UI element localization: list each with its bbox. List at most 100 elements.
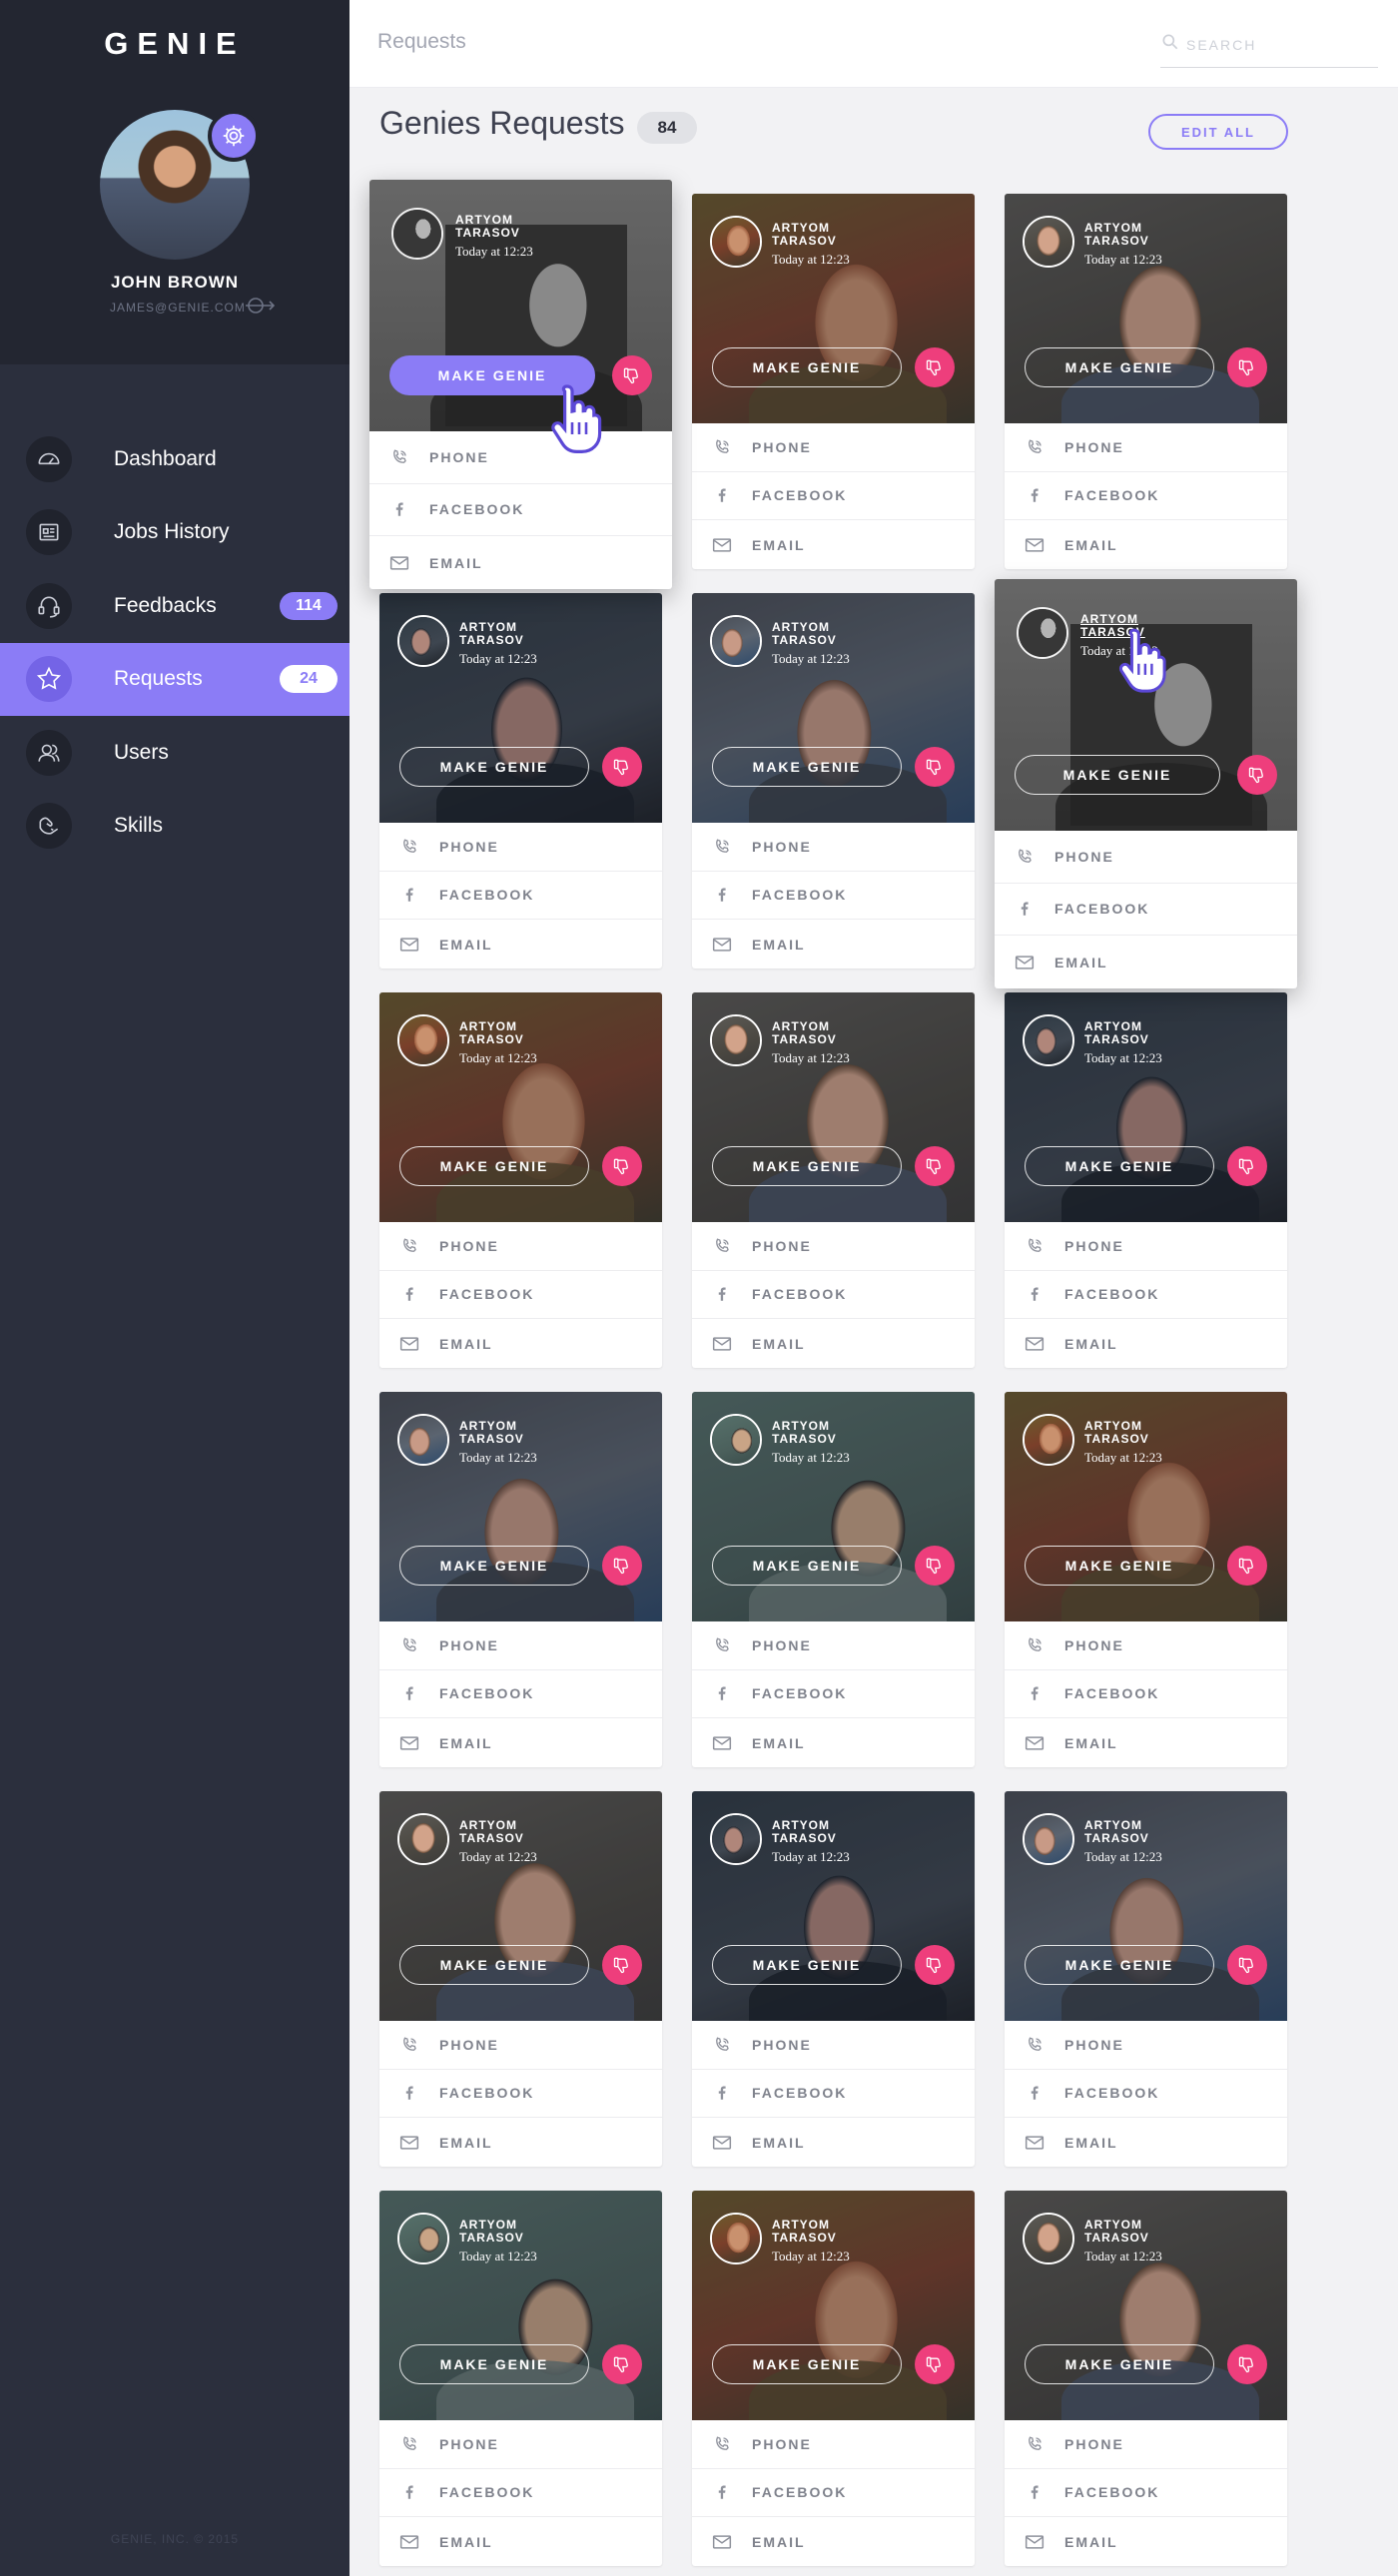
reject-button[interactable] <box>612 355 652 395</box>
requester-name[interactable]: ARTYOM TARASOV <box>1084 1020 1174 1046</box>
contact-phone[interactable]: PHONE <box>379 823 662 872</box>
contact-facebook[interactable]: FACEBOOK <box>692 472 975 521</box>
requester-avatar[interactable] <box>1023 1014 1074 1066</box>
reject-button[interactable] <box>1227 347 1267 387</box>
contact-phone[interactable]: PHONE <box>1005 2021 1287 2070</box>
contact-facebook[interactable]: FACEBOOK <box>1005 2070 1287 2119</box>
contact-facebook[interactable]: FACEBOOK <box>692 1271 975 1320</box>
contact-phone[interactable]: PHONE <box>692 823 975 872</box>
requester-avatar[interactable] <box>397 2213 449 2264</box>
request-card[interactable]: ARTYOM TARASOV Today at 12:23 MAKE GENIE… <box>1005 992 1287 1368</box>
nav-item-feedbacks[interactable]: Feedbacks 114 <box>0 569 350 643</box>
contact-phone[interactable]: PHONE <box>379 2420 662 2469</box>
requester-avatar[interactable] <box>710 1014 762 1066</box>
requester-avatar[interactable] <box>710 2213 762 2264</box>
request-card[interactable]: ARTYOM TARASOV Today at 12:23 MAKE GENIE… <box>379 1791 662 2167</box>
request-card[interactable]: ARTYOM TARASOV Today at 12:23 MAKE GENIE… <box>379 992 662 1368</box>
requester-name[interactable]: ARTYOM TARASOV <box>772 1420 862 1446</box>
contact-facebook[interactable]: FACEBOOK <box>1005 472 1287 521</box>
contact-phone[interactable]: PHONE <box>692 2420 975 2469</box>
contact-phone[interactable]: PHONE <box>369 431 672 484</box>
contact-facebook[interactable]: FACEBOOK <box>1005 2469 1287 2518</box>
requester-avatar[interactable] <box>1017 607 1068 659</box>
contact-phone[interactable]: PHONE <box>692 2021 975 2070</box>
reject-button[interactable] <box>1227 1146 1267 1186</box>
contact-facebook[interactable]: FACEBOOK <box>369 484 672 537</box>
requester-avatar[interactable] <box>397 615 449 667</box>
requester-name[interactable]: ARTYOM TARASOV <box>772 1819 862 1845</box>
contact-email[interactable]: EMAIL <box>692 920 975 968</box>
request-card[interactable]: ARTYOM TARASOV Today at 12:23 MAKE GENIE… <box>379 2191 662 2566</box>
contact-email[interactable]: EMAIL <box>379 2118 662 2167</box>
requester-name[interactable]: ARTYOM TARASOV <box>1084 2219 1174 2245</box>
contact-phone[interactable]: PHONE <box>1005 423 1287 472</box>
reject-button[interactable] <box>602 1945 642 1985</box>
requester-avatar[interactable] <box>397 1414 449 1466</box>
contact-email[interactable]: EMAIL <box>1005 2517 1287 2566</box>
make-genie-button[interactable]: MAKE GENIE <box>1025 1146 1214 1186</box>
make-genie-button[interactable]: MAKE GENIE <box>712 2344 902 2384</box>
requester-name[interactable]: ARTYOM TARASOV <box>1080 613 1170 639</box>
contact-email[interactable]: EMAIL <box>692 520 975 569</box>
contact-email[interactable]: EMAIL <box>379 920 662 968</box>
reject-button[interactable] <box>1227 1546 1267 1586</box>
app-logo[interactable]: GENIE <box>0 26 350 62</box>
contact-phone[interactable]: PHONE <box>1005 1621 1287 1670</box>
contact-email[interactable]: EMAIL <box>379 2517 662 2566</box>
requester-name[interactable]: ARTYOM TARASOV <box>772 2219 862 2245</box>
contact-facebook[interactable]: FACEBOOK <box>379 2469 662 2518</box>
requester-avatar[interactable] <box>1023 2213 1074 2264</box>
reject-button[interactable] <box>602 2344 642 2384</box>
contact-phone[interactable]: PHONE <box>995 831 1297 884</box>
make-genie-button[interactable]: MAKE GENIE <box>712 1945 902 1985</box>
search-input[interactable] <box>1186 30 1376 60</box>
make-genie-button[interactable]: MAKE GENIE <box>1025 1546 1214 1586</box>
requester-name[interactable]: ARTYOM TARASOV <box>459 2219 549 2245</box>
requester-name[interactable]: ARTYOM TARASOV <box>772 621 862 647</box>
contact-email[interactable]: EMAIL <box>1005 2118 1287 2167</box>
contact-facebook[interactable]: FACEBOOK <box>379 872 662 921</box>
request-card[interactable]: ARTYOM TARASOV Today at 12:23 MAKE GENIE… <box>379 593 662 968</box>
contact-phone[interactable]: PHONE <box>379 1621 662 1670</box>
requester-avatar[interactable] <box>1023 1813 1074 1865</box>
request-card[interactable]: ARTYOM TARASOV Today at 12:23 MAKE GENIE… <box>692 1392 975 1767</box>
make-genie-button[interactable]: MAKE GENIE <box>399 747 589 787</box>
requester-avatar[interactable] <box>397 1813 449 1865</box>
make-genie-button[interactable]: MAKE GENIE <box>1015 755 1220 795</box>
contact-email[interactable]: EMAIL <box>692 1319 975 1368</box>
contact-email[interactable]: EMAIL <box>692 2517 975 2566</box>
make-genie-button[interactable]: MAKE GENIE <box>399 1146 589 1186</box>
reject-button[interactable] <box>915 1146 955 1186</box>
requester-avatar[interactable] <box>710 1414 762 1466</box>
make-genie-button[interactable]: MAKE GENIE <box>712 347 902 387</box>
request-card[interactable]: ARTYOM TARASOV Today at 12:23 MAKE GENIE… <box>692 1791 975 2167</box>
request-card[interactable]: ARTYOM TARASOV Today at 12:23 MAKE GENIE… <box>379 1392 662 1767</box>
contact-email[interactable]: EMAIL <box>369 536 672 589</box>
requester-avatar[interactable] <box>710 1813 762 1865</box>
requester-name[interactable]: ARTYOM TARASOV <box>1084 1819 1174 1845</box>
reject-button[interactable] <box>915 347 955 387</box>
reject-button[interactable] <box>1237 755 1277 795</box>
requester-avatar[interactable] <box>391 208 443 260</box>
contact-phone[interactable]: PHONE <box>692 1621 975 1670</box>
reject-button[interactable] <box>1227 2344 1267 2384</box>
logout-icon[interactable] <box>244 296 276 316</box>
contact-phone[interactable]: PHONE <box>692 1222 975 1271</box>
request-card[interactable]: ARTYOM TARASOV Today at 12:23 MAKE GENIE… <box>692 593 975 968</box>
make-genie-button[interactable]: MAKE GENIE <box>399 1945 589 1985</box>
contact-facebook[interactable]: FACEBOOK <box>1005 1271 1287 1320</box>
contact-phone[interactable]: PHONE <box>379 2021 662 2070</box>
make-genie-button[interactable]: MAKE GENIE <box>399 1546 589 1586</box>
make-genie-button[interactable]: MAKE GENIE <box>1025 347 1214 387</box>
request-card[interactable]: ARTYOM TARASOV Today at 12:23 MAKE GENIE… <box>692 194 975 569</box>
nav-item-skills[interactable]: Skills <box>0 790 350 864</box>
contact-email[interactable]: EMAIL <box>1005 520 1287 569</box>
reject-button[interactable] <box>602 1146 642 1186</box>
contact-email[interactable]: EMAIL <box>1005 1319 1287 1368</box>
requester-name[interactable]: ARTYOM TARASOV <box>1084 222 1174 248</box>
request-card[interactable]: ARTYOM TARASOV Today at 12:23 MAKE GENIE… <box>995 579 1297 988</box>
nav-item-users[interactable]: Users <box>0 716 350 790</box>
contact-phone[interactable]: PHONE <box>1005 2420 1287 2469</box>
make-genie-button[interactable]: MAKE GENIE <box>712 747 902 787</box>
contact-phone[interactable]: PHONE <box>692 423 975 472</box>
